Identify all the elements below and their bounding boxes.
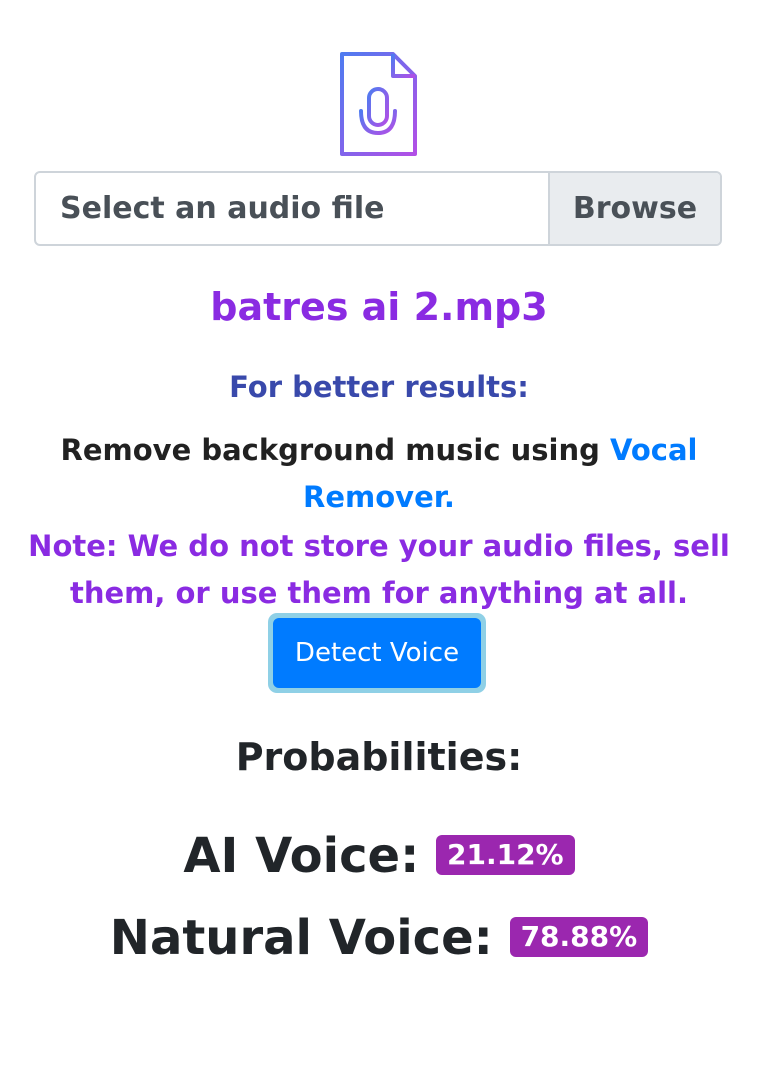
file-input-group[interactable]: Select an audio file Browse: [34, 171, 722, 246]
tips-heading: For better results:: [229, 370, 529, 404]
natural-voice-label: Natural Voice:: [109, 910, 493, 966]
file-input-label[interactable]: Select an audio file: [36, 173, 548, 244]
tips-remove-text: Remove background music using Vocal Remo…: [40, 427, 718, 521]
ai-voice-badge: 21.12%: [435, 835, 575, 875]
page: Select an audio file Browse batres ai 2.…: [0, 0, 758, 1072]
selected-file-name: batres ai 2.mp3: [210, 285, 548, 329]
probabilities-title: Probabilities:: [235, 735, 523, 779]
tips-remove-prefix: Remove background music using: [60, 433, 610, 467]
browse-button[interactable]: Browse: [548, 173, 720, 244]
ai-voice-label: AI Voice:: [183, 828, 420, 884]
natural-voice-badge: 78.88%: [509, 917, 649, 957]
natural-voice-row: Natural Voice: 78.88%: [0, 910, 758, 966]
detect-voice-button-focus-ring: Detect Voice: [268, 613, 486, 693]
ai-voice-row: AI Voice: 21.12%: [0, 828, 758, 884]
detect-voice-button[interactable]: Detect Voice: [273, 618, 481, 688]
audio-file-icon: [340, 52, 417, 156]
privacy-note: Note: We do not store your audio files, …: [28, 529, 730, 610]
